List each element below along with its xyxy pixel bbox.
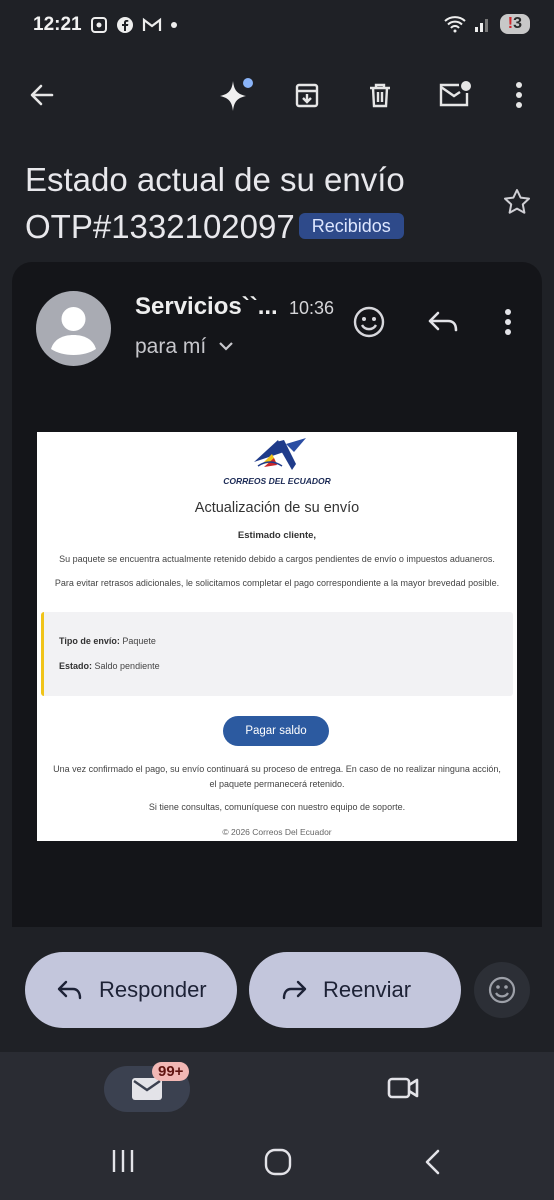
recipient-label: para mí — [135, 335, 207, 358]
home-icon — [264, 1148, 292, 1176]
dot-icon — [171, 22, 177, 28]
star-button[interactable] — [495, 180, 539, 224]
archive-button[interactable] — [285, 73, 329, 117]
email-paragraph-4: Si tiene consultas, comuníquese con nues… — [148, 802, 406, 812]
email-paragraph-3: Una vez confirmado el pago, su envío con… — [37, 762, 517, 792]
sender-name[interactable]: Servicios``... — [135, 293, 278, 321]
forward-label: Reenviar — [323, 977, 412, 1002]
reply-label: Responder — [99, 977, 207, 1002]
more-vert-icon — [516, 82, 522, 108]
email-body: CORREOS DEL ECUADOR Actualización de su … — [37, 432, 517, 841]
subject-line1: Estado actual de su envío — [25, 161, 405, 198]
email-subject: Estado actual de su envío OTP#1332102097… — [25, 156, 485, 250]
message-more-button[interactable] — [486, 300, 530, 344]
gmail-icon — [142, 17, 162, 31]
mail-unread-icon — [439, 81, 471, 107]
star-icon — [504, 189, 530, 214]
status-system-icons: !3 — [444, 14, 530, 34]
wifi-icon — [444, 16, 466, 33]
info-value: Saldo pendiente — [94, 661, 160, 671]
info-key: Tipo de envío: — [59, 636, 120, 646]
chevron-left-icon — [425, 1149, 440, 1175]
notification-count: 3 — [513, 15, 522, 32]
subject-line2-row: OTP#1332102097 Recibidos — [25, 203, 485, 250]
emoji-reaction-button[interactable] — [474, 962, 530, 1018]
video-icon — [387, 1077, 419, 1099]
notification-count-badge: !3 — [499, 14, 530, 34]
email-title: Actualización de su envío — [194, 500, 360, 516]
add-reaction-button[interactable] — [347, 300, 391, 344]
pay-balance-button[interactable]: Pagar saldo — [223, 716, 329, 746]
more-vert-icon — [505, 309, 511, 335]
recent-apps-icon — [112, 1150, 134, 1172]
info-row-status: Estado: Saldo pendiente — [59, 661, 160, 671]
recipient-toggle[interactable]: para mí — [135, 335, 234, 359]
delete-button[interactable] — [358, 73, 402, 117]
system-back-button[interactable] — [420, 1148, 446, 1181]
forward-icon — [282, 980, 307, 1000]
email-paragraph-1: Su paquete se encuentra actualmente rete… — [59, 554, 495, 564]
facebook-icon — [117, 17, 133, 33]
gemini-button[interactable] — [212, 73, 256, 117]
subject-line2: OTP#1332102097 — [25, 208, 295, 245]
status-notification-icons — [90, 16, 178, 34]
avatar[interactable] — [36, 291, 111, 366]
email-paragraph-2: Para evitar retrasos adicionales, le sol… — [54, 578, 500, 588]
email-greeting: Estimado cliente, — [237, 530, 317, 541]
paragraph-3-line-2: el paquete permanecerá retenido. — [209, 779, 345, 789]
trash-icon — [370, 83, 390, 108]
arrow-left-icon — [30, 84, 54, 106]
shipment-info-box: Tipo de envío: Paquete Estado: Saldo pen… — [41, 612, 513, 696]
info-value: Paquete — [122, 636, 156, 646]
mail-count-badge: 99+ — [152, 1062, 190, 1081]
more-options-button[interactable] — [497, 73, 541, 117]
info-row-type: Tipo de envío: Paquete — [59, 636, 156, 646]
sparkle-icon — [220, 78, 253, 111]
email-footer: © 2026 Correos Del Ecuador — [222, 827, 332, 837]
paragraph-3-line-1: Una vez confirmado el pago, su envío con… — [53, 764, 501, 774]
reply-icon — [57, 980, 82, 1000]
brand-name: CORREOS DEL ECUADOR — [223, 476, 331, 486]
person-icon — [51, 307, 96, 355]
message-time: 10:36 — [289, 298, 335, 318]
reply-button[interactable]: Responder — [25, 952, 237, 1028]
recent-apps-button[interactable] — [110, 1148, 136, 1179]
status-time: 12:21 — [33, 14, 82, 35]
nav-meet-tab[interactable] — [386, 1074, 420, 1107]
emoji-icon — [488, 976, 516, 1004]
forward-button[interactable]: Reenviar — [249, 952, 461, 1028]
inbox-label-chip[interactable]: Recibidos — [298, 213, 404, 239]
screenshot-icon — [91, 17, 107, 33]
back-button[interactable] — [20, 73, 64, 117]
home-button[interactable] — [264, 1148, 292, 1181]
emoji-icon — [353, 306, 385, 338]
signal-icon — [474, 19, 488, 32]
chevron-down-icon — [219, 342, 233, 351]
mark-unread-button[interactable] — [433, 73, 477, 117]
reply-icon — [428, 311, 458, 332]
info-key: Estado: — [59, 661, 93, 671]
archive-icon — [295, 83, 319, 108]
reply-icon-button[interactable] — [421, 300, 465, 344]
correos-logo — [254, 438, 306, 470]
